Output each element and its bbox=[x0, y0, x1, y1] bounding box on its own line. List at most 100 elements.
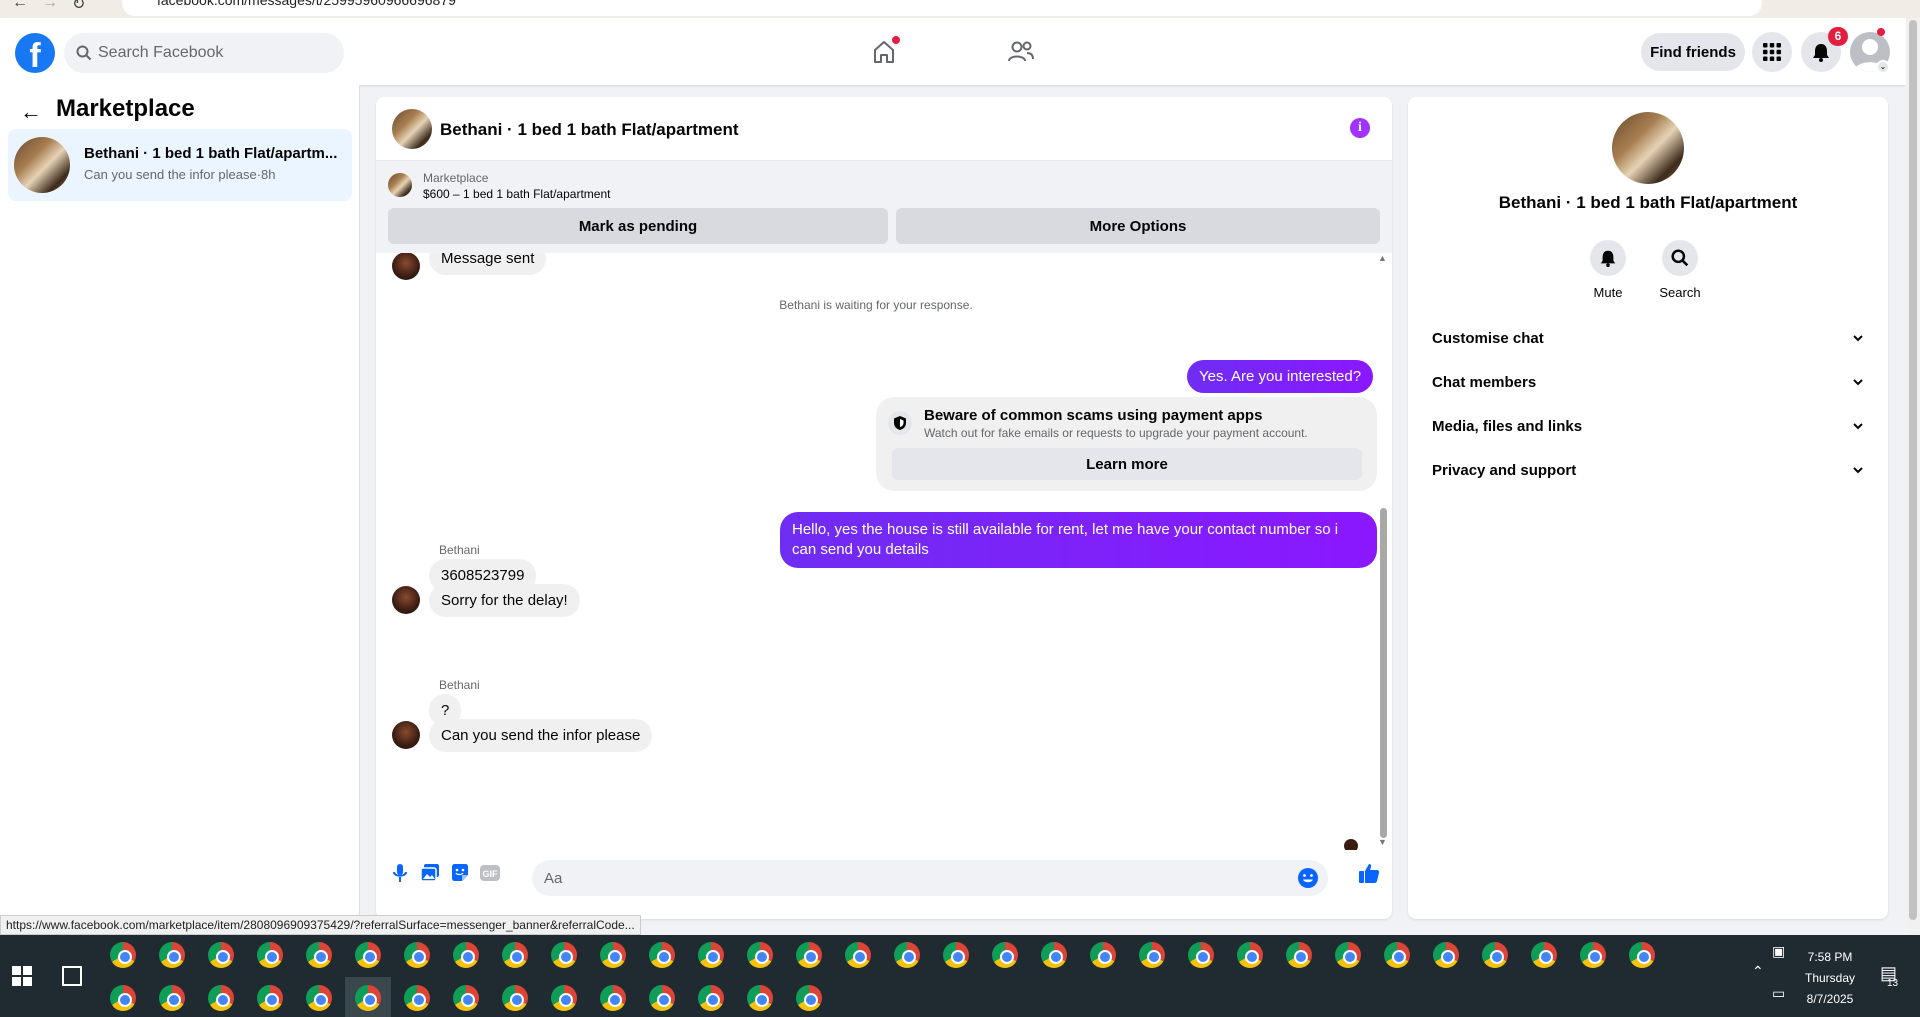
scrollbar-thumb[interactable] bbox=[1380, 508, 1387, 838]
chrome-taskbar-icon[interactable] bbox=[698, 942, 724, 968]
chrome-taskbar-icon[interactable] bbox=[649, 985, 675, 1011]
chrome-taskbar-icon[interactable] bbox=[600, 942, 626, 968]
chrome-taskbar-icon[interactable] bbox=[1286, 942, 1312, 968]
info-icon[interactable]: i bbox=[1350, 118, 1370, 138]
listing-price[interactable]: $600 – 1 bed 1 bath Flat/apartment bbox=[423, 187, 610, 201]
emoji-icon[interactable] bbox=[1296, 866, 1320, 890]
more-options-button[interactable]: More Options bbox=[896, 208, 1380, 244]
chrome-taskbar-icon[interactable] bbox=[159, 942, 185, 968]
chrome-taskbar-icon[interactable] bbox=[257, 942, 283, 968]
chrome-taskbar-icon[interactable] bbox=[1580, 942, 1606, 968]
menu-button[interactable] bbox=[1752, 32, 1792, 72]
chrome-taskbar-icon[interactable] bbox=[1335, 942, 1361, 968]
url-text[interactable]: facebook.com/messages/t/2599596096669687… bbox=[157, 0, 456, 8]
find-friends-button[interactable]: Find friends bbox=[1641, 33, 1745, 71]
chrome-taskbar-icon[interactable] bbox=[1384, 942, 1410, 968]
chrome-taskbar-icon[interactable] bbox=[453, 985, 479, 1011]
chrome-taskbar-icon[interactable] bbox=[796, 942, 822, 968]
chrome-taskbar-icon[interactable] bbox=[1237, 942, 1263, 968]
chrome-taskbar-icon[interactable] bbox=[943, 942, 969, 968]
learn-more-button[interactable]: Learn more bbox=[892, 448, 1362, 480]
chrome-taskbar-icon[interactable] bbox=[747, 942, 773, 968]
chat-thumbnail[interactable] bbox=[392, 109, 432, 149]
facebook-logo[interactable]: f bbox=[15, 33, 55, 73]
photo-icon[interactable] bbox=[418, 861, 442, 885]
friends-nav-button[interactable] bbox=[1001, 32, 1041, 72]
scroll-up-arrow-icon[interactable]: ▲ bbox=[1378, 253, 1387, 263]
mute-button[interactable]: Mute bbox=[1578, 240, 1638, 300]
account-chevron-icon[interactable]: ⌄ bbox=[1876, 60, 1890, 74]
clock[interactable]: 7:58 PM Thursday 8/7/2025 bbox=[1800, 947, 1860, 1010]
section-customise-chat[interactable]: Customise chat bbox=[1416, 321, 1880, 357]
banner-thumbnail[interactable] bbox=[388, 173, 412, 197]
page-scrollbar-thumb[interactable] bbox=[1909, 20, 1917, 920]
chrome-taskbar-icon[interactable] bbox=[1041, 942, 1067, 968]
chrome-taskbar-icon[interactable] bbox=[992, 942, 1018, 968]
chrome-taskbar-icon[interactable] bbox=[894, 942, 920, 968]
page-scrollbar[interactable] bbox=[1906, 18, 1920, 935]
sticker-icon[interactable] bbox=[448, 861, 472, 885]
section-chat-members[interactable]: Chat members bbox=[1416, 365, 1880, 401]
chrome-taskbar-icon[interactable] bbox=[355, 985, 381, 1011]
conversation-item[interactable]: Bethani · 1 bed 1 bath Flat/apartm... Ca… bbox=[8, 129, 352, 201]
chrome-taskbar-icon[interactable] bbox=[1629, 942, 1655, 968]
chrome-taskbar-icon[interactable] bbox=[502, 985, 528, 1011]
chrome-taskbar-icon[interactable] bbox=[1090, 942, 1116, 968]
chrome-taskbar-icon[interactable] bbox=[110, 942, 136, 968]
message-input-wrapper[interactable] bbox=[532, 860, 1328, 896]
chrome-taskbar-icon[interactable] bbox=[1433, 942, 1459, 968]
details-thumbnail[interactable] bbox=[1612, 112, 1684, 184]
chrome-taskbar-icon[interactable] bbox=[502, 942, 528, 968]
chrome-taskbar-icon[interactable] bbox=[404, 985, 430, 1011]
chrome-taskbar-icon[interactable] bbox=[796, 985, 822, 1011]
meet-now-icon[interactable]: ▣ bbox=[1772, 943, 1785, 960]
back-nav-icon[interactable]: ← bbox=[12, 0, 28, 12]
mark-as-pending-button[interactable]: Mark as pending bbox=[388, 208, 888, 244]
chrome-taskbar-icon[interactable] bbox=[1188, 942, 1214, 968]
message-list[interactable]: Message sent Bethani is waiting for your… bbox=[376, 253, 1392, 850]
chrome-taskbar-icon[interactable] bbox=[551, 942, 577, 968]
chrome-taskbar-icon[interactable] bbox=[208, 985, 234, 1011]
back-arrow-icon[interactable]: ← bbox=[20, 99, 42, 125]
task-view-icon[interactable] bbox=[62, 966, 82, 986]
chrome-taskbar-icon[interactable] bbox=[1139, 942, 1165, 968]
chrome-taskbar-icon[interactable] bbox=[306, 985, 332, 1011]
message-input[interactable] bbox=[544, 860, 1284, 896]
chrome-taskbar-icon[interactable] bbox=[845, 942, 871, 968]
chrome-taskbar-icon[interactable] bbox=[649, 942, 675, 968]
show-hidden-icons-icon[interactable]: ⌃ bbox=[1752, 963, 1764, 980]
chrome-taskbar-icon[interactable] bbox=[747, 985, 773, 1011]
chat-title[interactable]: Bethani · 1 bed 1 bath Flat/apartment bbox=[440, 120, 739, 140]
scroll-down-arrow-icon[interactable]: ▼ bbox=[1378, 837, 1387, 847]
message-scrollbar[interactable]: ▲ ▼ bbox=[1376, 253, 1390, 850]
home-nav-button[interactable] bbox=[864, 32, 904, 72]
windows-start-icon[interactable] bbox=[12, 966, 32, 986]
search-input[interactable] bbox=[98, 33, 338, 73]
conversation-name: Bethani · 1 bed 1 bath Flat/apartm... bbox=[84, 145, 338, 162]
forward-nav-icon[interactable]: → bbox=[42, 0, 58, 12]
thumbs-up-icon[interactable] bbox=[1357, 861, 1381, 885]
section-privacy-support[interactable]: Privacy and support bbox=[1416, 453, 1880, 489]
chrome-taskbar-icon[interactable] bbox=[355, 942, 381, 968]
chrome-taskbar-icon[interactable] bbox=[208, 942, 234, 968]
search-in-chat-button[interactable]: Search bbox=[1650, 240, 1710, 300]
chrome-taskbar-icon[interactable] bbox=[159, 985, 185, 1011]
gif-icon[interactable]: GIF bbox=[478, 861, 502, 885]
chrome-taskbar-icon[interactable] bbox=[600, 985, 626, 1011]
section-media-files-links[interactable]: Media, files and links bbox=[1416, 409, 1880, 445]
chrome-taskbar-icon[interactable] bbox=[257, 985, 283, 1011]
network-icon[interactable]: ▭ bbox=[1772, 985, 1785, 1002]
chrome-taskbar-icon[interactable] bbox=[1531, 942, 1557, 968]
chrome-taskbar-icon[interactable] bbox=[453, 942, 479, 968]
search-box[interactable] bbox=[64, 33, 344, 73]
details-title: Bethani · 1 bed 1 bath Flat/apartment bbox=[1498, 193, 1798, 212]
chrome-taskbar-icon[interactable] bbox=[404, 942, 430, 968]
reload-icon[interactable]: ↻ bbox=[72, 0, 85, 14]
chat-details-panel: Bethani · 1 bed 1 bath Flat/apartment Mu… bbox=[1408, 97, 1888, 919]
chrome-taskbar-icon[interactable] bbox=[698, 985, 724, 1011]
chrome-taskbar-icon[interactable] bbox=[110, 985, 136, 1011]
microphone-icon[interactable] bbox=[388, 861, 412, 885]
chrome-taskbar-icon[interactable] bbox=[1482, 942, 1508, 968]
chrome-taskbar-icon[interactable] bbox=[306, 942, 332, 968]
chrome-taskbar-icon[interactable] bbox=[551, 985, 577, 1011]
